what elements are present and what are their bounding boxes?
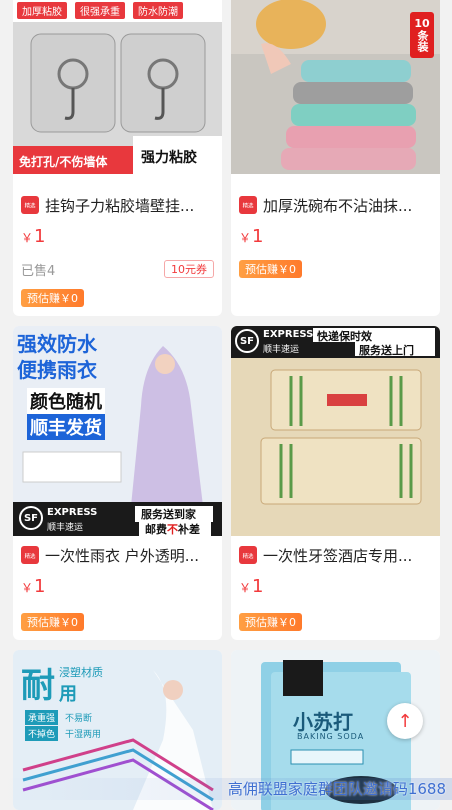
earn-badge: 预估赚￥0 bbox=[239, 613, 302, 631]
image-tag: 不易断 bbox=[62, 710, 95, 725]
image-tag: EXPRESS bbox=[263, 329, 313, 340]
image-tag: 服务送上门 bbox=[359, 342, 414, 358]
product-title[interactable]: 一次性牙签酒店专用... bbox=[263, 545, 412, 566]
image-tag: 承重强 bbox=[25, 710, 58, 725]
product-price: ￥1 bbox=[21, 226, 45, 247]
product-price: ￥1 bbox=[239, 576, 263, 597]
image-tag: BAKING SODA bbox=[297, 732, 364, 741]
image-tag: 便携雨衣 bbox=[17, 354, 97, 383]
product-image[interactable]: 强效防水 便携雨衣 颜色随机 顺丰发货 SF EXPRESS 顺丰速运 服务送到… bbox=[13, 326, 222, 536]
shop-icon: 精选 bbox=[239, 196, 257, 214]
product-image[interactable]: 加厚粘胶 很强承重 防水防潮 免打孔/不伤墙体 强力粘胶 bbox=[13, 0, 222, 174]
image-tag: 很强承重 bbox=[75, 2, 125, 19]
image-tag: 顺丰速运 bbox=[47, 520, 83, 533]
product-price: ￥1 bbox=[239, 226, 263, 247]
product-card[interactable]: 强效防水 便携雨衣 颜色随机 顺丰发货 SF EXPRESS 顺丰速运 服务送到… bbox=[13, 326, 222, 640]
image-tag: EXPRESS bbox=[47, 507, 97, 518]
image-tag: 强效防水 bbox=[17, 328, 97, 357]
image-tag: 顺丰速运 bbox=[263, 342, 299, 355]
earn-badge: 预估赚￥0 bbox=[21, 613, 84, 631]
image-tag: 颜色随机 bbox=[27, 388, 105, 414]
count-badge: 10 条装 bbox=[410, 12, 434, 58]
image-tag: 顺丰发货 bbox=[27, 414, 105, 440]
product-card[interactable]: 10 条装 精选 加厚洗碗布不沾油抹... ￥1 预估赚￥0 bbox=[231, 0, 440, 316]
image-tag: 防水防潮 bbox=[133, 2, 183, 19]
product-price: ￥1 bbox=[21, 576, 45, 597]
coupon-badge[interactable]: 10元券 bbox=[164, 260, 214, 278]
image-tag: 强力粘胶 bbox=[141, 147, 197, 167]
image-tag: 耐 bbox=[21, 658, 55, 707]
product-card[interactable]: SF EXPRESS 顺丰速运 快递保时效 服务送上门 精选 一次性牙签酒店专用… bbox=[231, 326, 440, 640]
shop-icon: 精选 bbox=[239, 546, 257, 564]
image-tag: 邮费不补差 bbox=[145, 521, 200, 536]
image-tag: 干湿两用 bbox=[62, 726, 104, 741]
earn-badge: 预估赚￥0 bbox=[21, 289, 84, 307]
sf-logo: SF bbox=[19, 506, 43, 530]
sold-count: 已售4 bbox=[21, 260, 55, 279]
arrow-up-icon: ↑ bbox=[397, 711, 412, 732]
image-tag: 浸塑材质 bbox=[59, 664, 103, 680]
product-title[interactable]: 挂钩子力粘胶墙壁挂... bbox=[45, 195, 194, 216]
image-tag: 不掉色 bbox=[25, 726, 58, 741]
product-image[interactable]: 10 条装 bbox=[231, 0, 440, 174]
image-tag: 加厚粘胶 bbox=[17, 2, 67, 19]
sf-logo: SF bbox=[235, 329, 259, 353]
shop-icon: 精选 bbox=[21, 196, 39, 214]
product-title[interactable]: 加厚洗碗布不沾油抹... bbox=[263, 195, 412, 216]
product-grid: 加厚粘胶 很强承重 防水防潮 免打孔/不伤墙体 强力粘胶 精选 挂钩子力粘胶墙壁… bbox=[0, 0, 452, 800]
product-image[interactable]: SF EXPRESS 顺丰速运 快递保时效 服务送上门 bbox=[231, 326, 440, 536]
watermark-text: 高佣联盟家庭群团队邀请码1688 bbox=[228, 778, 446, 799]
image-tag: 服务送到家 bbox=[141, 506, 196, 522]
image-tag: 小苏打 bbox=[293, 706, 353, 735]
product-card[interactable]: 加厚粘胶 很强承重 防水防潮 免打孔/不伤墙体 强力粘胶 精选 挂钩子力粘胶墙壁… bbox=[13, 0, 222, 316]
back-to-top-button[interactable]: ↑ bbox=[387, 703, 423, 739]
product-title[interactable]: 一次性雨衣 户外透明... bbox=[45, 545, 199, 566]
image-tag: 用 bbox=[59, 680, 77, 706]
earn-badge: 预估赚￥0 bbox=[239, 260, 302, 278]
image-tag: 免打孔/不伤墙体 bbox=[19, 153, 107, 170]
shop-icon: 精选 bbox=[21, 546, 39, 564]
